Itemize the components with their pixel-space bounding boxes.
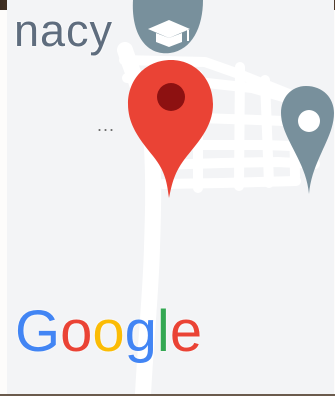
google-logo: Google xyxy=(15,299,202,365)
road-bottom[interactable] xyxy=(158,176,301,189)
map-pin-icon xyxy=(157,83,185,111)
logo-letter-o2: o xyxy=(92,299,125,364)
logo-letter-e: e xyxy=(169,299,203,364)
logo-letter-g2: g xyxy=(124,299,157,364)
logo-letter-g: G xyxy=(15,299,61,364)
map-view[interactable]: nacy ... Google xyxy=(7,0,334,394)
school-marker[interactable] xyxy=(132,0,203,54)
road-vertical-3[interactable] xyxy=(260,75,274,188)
logo-letter-l: l xyxy=(156,299,170,364)
map-pin-icon xyxy=(298,110,320,132)
logo-letter-o1: o xyxy=(60,299,93,364)
road-vertical-2[interactable] xyxy=(234,62,245,191)
map-screenshot-frame: nacy ... Google xyxy=(0,0,335,396)
ellipsis-label: ... xyxy=(97,115,116,135)
map-place-label: nacy xyxy=(14,5,114,56)
